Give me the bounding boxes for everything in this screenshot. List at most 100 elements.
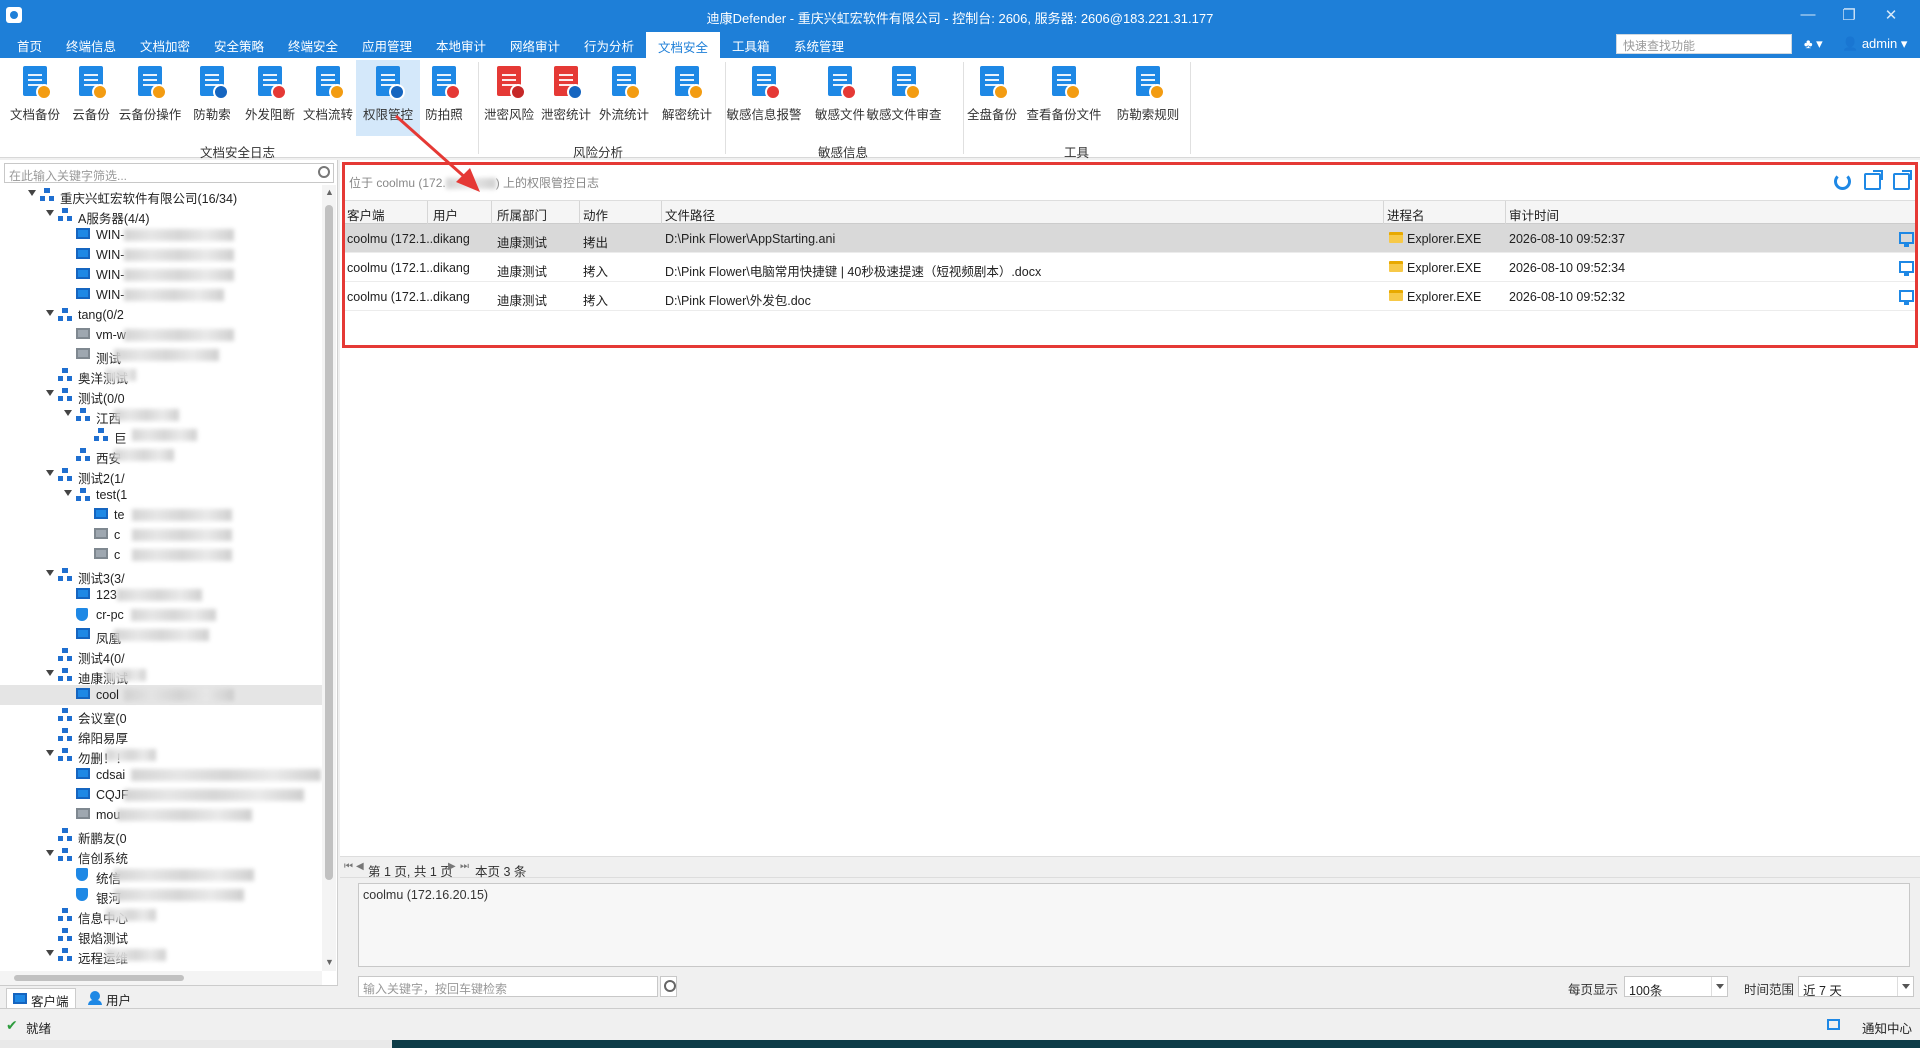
menu-app-management[interactable]: 应用管理 [362, 36, 412, 55]
ribbon-button-cloud-backup[interactable]: 云备份 [59, 60, 123, 136]
ribbon-button-view-backup[interactable]: 查看备份文件 [1026, 60, 1102, 136]
menu-home[interactable]: 首页 [17, 36, 42, 55]
ribbon-button-outflow-stats[interactable]: 外流统计 [592, 60, 656, 136]
menu-network-audit[interactable]: 网络审计 [510, 36, 560, 55]
scroll-thumb[interactable] [14, 975, 184, 981]
tree-node[interactable]: A服务器(4/4) [0, 205, 322, 226]
ribbon-button-anti-photo[interactable]: 防拍照 [412, 60, 476, 136]
ribbon-button-doc-backup[interactable]: 文档备份 [3, 60, 67, 136]
tree-node[interactable]: 凤凰 [0, 625, 322, 646]
expand-arrow-icon[interactable] [64, 490, 72, 496]
menu-behavior-analysis[interactable]: 行为分析 [584, 36, 634, 55]
menu-security-policy[interactable]: 安全策略 [214, 36, 264, 55]
tree-node[interactable]: 银焰测试 [0, 925, 322, 946]
table-row[interactable]: coolmu (172.1... dikang 迪康测试 拷出 D:\Pink … [343, 224, 1917, 253]
ribbon-button-cloud-backup-op[interactable]: 云备份操作 [118, 60, 182, 136]
column-department[interactable]: 所属部门 [497, 205, 547, 224]
ribbon-button-leak-stats[interactable]: 泄密统计 [534, 60, 598, 136]
search-icon[interactable] [660, 976, 677, 997]
menu-doc-encrypt[interactable]: 文档加密 [140, 36, 190, 55]
tree-node[interactable]: cdsai [0, 765, 322, 785]
tree-node[interactable]: WIN- [0, 285, 322, 305]
ribbon-button-send-block[interactable]: 外发阻断 [238, 60, 302, 136]
scroll-up-icon[interactable]: ▲ [325, 187, 334, 197]
column-audit-time[interactable]: 审计时间 [1509, 205, 1559, 224]
keyword-search-input[interactable]: 输入关键字，按回车键检索 [358, 976, 677, 997]
scroll-down-icon[interactable]: ▼ [325, 957, 334, 967]
monitor-icon[interactable] [1899, 261, 1914, 276]
column-client[interactable]: 客户端 [347, 205, 385, 224]
tree-node[interactable]: 西安 [0, 445, 322, 466]
expand-arrow-icon[interactable] [28, 190, 36, 196]
tree-node[interactable]: WIN- [0, 245, 322, 265]
tree-filter-input[interactable]: 在此输入关键字筛选... [4, 163, 334, 183]
menu-doc-security[interactable]: 文档安全 [646, 32, 721, 58]
tree-node[interactable]: 信息中心 [0, 905, 322, 926]
menu-local-audit[interactable]: 本地审计 [436, 36, 486, 55]
tree-node[interactable]: 信创系统 [0, 845, 322, 866]
export-icon[interactable] [1864, 170, 1883, 190]
column-file-path[interactable]: 文件路径 [665, 205, 715, 224]
expand-arrow-icon[interactable] [46, 570, 54, 576]
expand-arrow-icon[interactable] [46, 850, 54, 856]
tree-node[interactable]: WIN- [0, 265, 322, 285]
tree-node[interactable]: 统信 [0, 865, 322, 886]
column-process[interactable]: 进程名 [1387, 205, 1425, 224]
tree-node[interactable]: 奥洋测试 [0, 365, 322, 386]
last-page-icon[interactable]: ⏭ [460, 861, 469, 872]
column-user[interactable]: 用户 [433, 205, 458, 224]
tree-node[interactable]: vm-w [0, 325, 322, 345]
first-page-icon[interactable]: ⏮ [344, 861, 353, 872]
maximize-button[interactable]: ❐ [1839, 6, 1859, 24]
tab-users[interactable]: 用户 [82, 988, 137, 1008]
expand-arrow-icon[interactable] [46, 750, 54, 756]
expand-arrow-icon[interactable] [46, 470, 54, 476]
org-switch-icon[interactable]: ♣ ▾ [1804, 36, 1823, 52]
tree-node[interactable]: 绵阳易厚 [0, 725, 322, 746]
tree-node[interactable]: 迪康测试 [0, 665, 322, 686]
tree-horizontal-scrollbar[interactable] [0, 971, 322, 985]
tree-node[interactable]: 测试(0/0 [0, 385, 322, 406]
tree-node[interactable]: 江西 [0, 405, 322, 426]
tree-node[interactable]: cr-pc [0, 605, 322, 625]
admin-menu[interactable]: 👤 admin ▾ [1842, 36, 1907, 52]
notification-icon[interactable] [1827, 1019, 1840, 1030]
tree-node[interactable]: 银河 [0, 885, 322, 906]
ribbon-button-decrypt-stats[interactable]: 解密统计 [655, 60, 719, 136]
chevron-down-icon[interactable] [1897, 977, 1913, 996]
monitor-icon[interactable] [1899, 290, 1914, 305]
scroll-thumb[interactable] [325, 205, 333, 880]
tree-node[interactable]: 新鹏友(0 [0, 825, 322, 846]
tree-node[interactable]: 测试3(3/ [0, 565, 322, 586]
ribbon-button-anti-ransom-rule[interactable]: 防勒索规则 [1116, 60, 1180, 136]
expand-arrow-icon[interactable] [46, 310, 54, 316]
detail-textarea[interactable]: coolmu (172.16.20.15) [358, 883, 1910, 967]
minimize-button[interactable]: — [1798, 6, 1818, 23]
tree-node[interactable]: 勿删！！ [0, 745, 322, 766]
tree-node[interactable]: c [0, 545, 322, 565]
column-action[interactable]: 动作 [583, 205, 608, 224]
menu-terminal-info[interactable]: 终端信息 [66, 36, 116, 55]
expand-arrow-icon[interactable] [64, 410, 72, 416]
tree-node[interactable]: WIN- [0, 225, 322, 245]
menu-terminal-security[interactable]: 终端安全 [288, 36, 338, 55]
tab-clients[interactable]: 客户端 [6, 988, 76, 1009]
monitor-icon[interactable] [1899, 232, 1914, 247]
close-button[interactable]: ✕ [1881, 6, 1901, 24]
tree-node[interactable]: test(1 [0, 485, 322, 505]
search-icon[interactable] [318, 166, 330, 178]
tree-node[interactable]: 远程运维 [0, 945, 322, 966]
tree-node[interactable]: 巨 [0, 425, 322, 446]
refresh-icon[interactable] [1834, 173, 1851, 190]
tree-node[interactable]: 123 [0, 585, 322, 605]
tree-node[interactable]: c [0, 525, 322, 545]
expand-arrow-icon[interactable] [46, 950, 54, 956]
tree-node[interactable]: 测试4(0/ [0, 645, 322, 666]
menu-system-management[interactable]: 系统管理 [794, 36, 844, 55]
tree-node[interactable]: te [0, 505, 322, 525]
notification-center-link[interactable]: 通知中心 [1862, 1018, 1912, 1037]
ribbon-button-anti-ransom[interactable]: 防勒索 [180, 60, 244, 136]
detail-scrollbar[interactable] [1895, 886, 1907, 964]
ribbon-button-doc-flow[interactable]: 文档流转 [296, 60, 360, 136]
ribbon-button-sensitive-file[interactable]: 敏感文件 [808, 60, 872, 136]
